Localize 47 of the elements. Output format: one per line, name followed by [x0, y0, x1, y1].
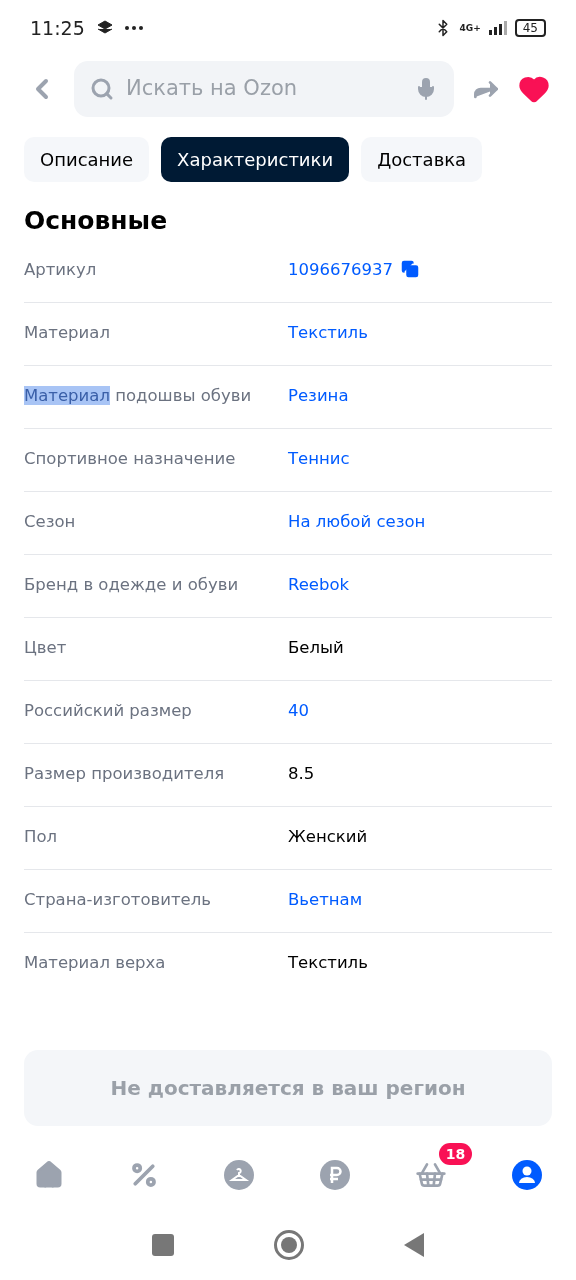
spec-label: Страна-изготовитель [24, 888, 213, 911]
spec-link[interactable]: 1096676937 [288, 255, 393, 283]
spec-value: Женский [288, 825, 368, 848]
spec-link[interactable]: Текстиль [288, 318, 368, 346]
back-button[interactable] [404, 1233, 424, 1257]
spec-value: 8.5 [288, 762, 315, 785]
spec-link[interactable]: Теннис [288, 444, 350, 472]
network-label: 4G+ [459, 23, 481, 33]
cart-badge: 18 [438, 1143, 473, 1165]
hanger-icon[interactable] [224, 1160, 255, 1190]
spec-link[interactable]: 40 [288, 696, 309, 724]
status-time: 11:25 [30, 15, 85, 41]
ruble-icon[interactable] [319, 1160, 350, 1190]
spec-value: Текстиль [288, 951, 368, 974]
tab[interactable]: Доставка [361, 137, 483, 182]
copy-icon[interactable] [401, 259, 419, 278]
search-field[interactable]: Искать на Ozon [74, 61, 454, 117]
search-icon [90, 77, 114, 101]
battery-indicator: 45 [514, 19, 546, 37]
spec-label: Сезон [24, 510, 77, 533]
section-title: Основные [23, 205, 169, 237]
signal-icon [488, 21, 507, 35]
spec-label: Артикул [24, 258, 98, 281]
spec-label: Материал верха [24, 951, 167, 974]
more-icon [124, 26, 143, 30]
delivery-notice: Не доставляется в ваш регион [24, 1050, 552, 1126]
home-icon[interactable] [34, 1160, 64, 1190]
spec-label: Российский размер [24, 699, 193, 722]
tab[interactable]: Описание [24, 137, 150, 182]
spec-label: Спортивное назначение [24, 447, 237, 470]
spec-label: Материал подошвы обуви [24, 384, 253, 407]
spec-label: Размер производителя [24, 762, 226, 785]
spec-value: Белый [288, 636, 344, 659]
spec-link[interactable]: На любой сезон [288, 507, 426, 535]
tab[interactable]: Характеристики [161, 137, 350, 182]
spec-link[interactable]: Резина [288, 381, 349, 409]
spec-label: Цвет [24, 636, 68, 659]
search-input[interactable]: Искать на Ozon [126, 73, 402, 105]
profile-icon[interactable] [511, 1160, 542, 1190]
home-button[interactable] [274, 1230, 304, 1260]
spec-label: Пол [24, 825, 59, 848]
spec-link[interactable]: Reebok [288, 570, 350, 598]
spec-label: Бренд в одежде и обуви [24, 573, 240, 596]
recents-button[interactable] [152, 1234, 174, 1256]
layers-icon [96, 20, 113, 36]
spec-label: Материал [24, 321, 111, 344]
spec-link[interactable]: Вьетнам [288, 885, 363, 913]
